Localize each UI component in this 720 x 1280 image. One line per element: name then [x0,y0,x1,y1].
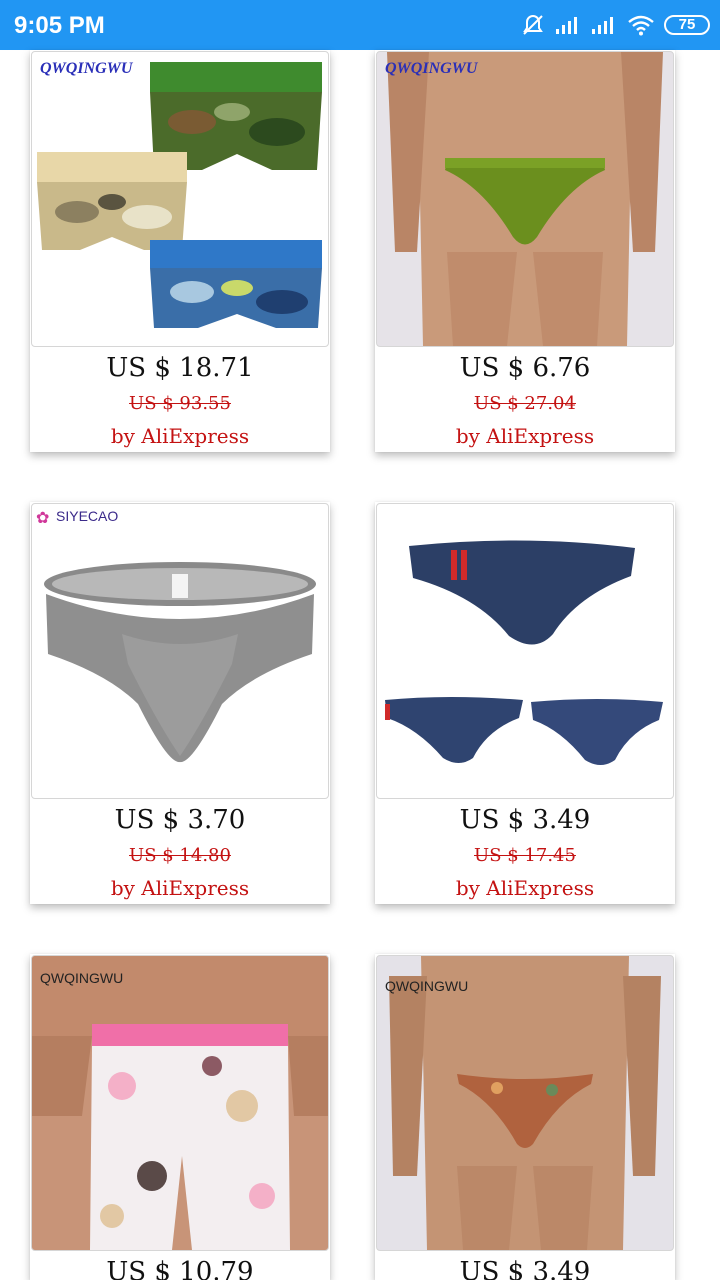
product-card[interactable]: SIYECAO ✿ US $ 3.70 US $ 14.80 by AliExp… [30,502,330,904]
signal-icon [554,14,582,36]
product-price: US $ 6.76 [459,353,591,383]
wifi-icon [626,13,656,37]
product-image[interactable] [376,503,674,799]
product-card[interactable]: QWQINGWU US $ 10.79 [30,954,330,1280]
product-image[interactable]: QWQINGWU [376,955,674,1251]
product-seller[interactable]: by AliExpress [375,422,675,450]
product-price: US $ 3.49 [459,805,591,835]
product-old-price: US $ 27.04 [474,393,576,414]
product-image[interactable]: QWQINGWU [31,51,329,347]
product-price: US $ 3.70 [114,805,246,835]
brand-label: QWQINGWU [385,60,478,77]
gray-briefs-image [44,562,316,763]
battery-icon: 75 [664,15,710,35]
product-card[interactable]: US $ 3.49 US $ 17.45 by AliExpress [375,502,675,904]
product-price: US $ 3.49 [459,1257,591,1280]
brand-label: QWQINGWU [385,978,469,994]
green-thong-model-image [387,52,663,346]
product-price: US $ 10.79 [106,1257,254,1280]
brand-label: SIYECAO [56,508,119,524]
product-image[interactable]: SIYECAO ✿ [31,503,329,799]
product-card[interactable]: QWQINGWU US $ 3.49 [375,954,675,1280]
camo-boxer-briefs-image [37,62,322,328]
brand-label: QWQINGWU [40,970,124,986]
product-seller[interactable]: by AliExpress [375,874,675,902]
status-time: 9:05 PM [14,12,105,39]
mute-icon [520,12,546,38]
product-price: US $ 18.71 [106,353,254,383]
floral-long-boxers-image [32,956,328,1250]
product-seller[interactable]: by AliExpress [30,874,330,902]
floral-thong-model-image [389,956,661,1250]
product-card[interactable]: QWQINGWU US $ 6.76 US $ 27.04 by AliExpr… [375,50,675,452]
navy-briefs-set-image [385,540,663,765]
product-card[interactable]: QWQINGWU US $ 18.71 US $ 93.55 by AliExp… [30,50,330,452]
product-old-price: US $ 14.80 [129,845,231,866]
product-image[interactable]: QWQINGWU [376,51,674,347]
status-icons: 75 [520,10,710,40]
product-seller[interactable]: by AliExpress [30,422,330,450]
product-old-price: US $ 93.55 [129,393,231,414]
flower-logo-icon: ✿ [36,508,50,527]
brand-label: QWQINGWU [40,60,133,77]
product-image[interactable]: QWQINGWU [31,955,329,1251]
status-bar: 9:05 PM 75 [0,0,720,50]
product-old-price: US $ 17.45 [474,845,576,866]
signal-icon [590,14,618,36]
